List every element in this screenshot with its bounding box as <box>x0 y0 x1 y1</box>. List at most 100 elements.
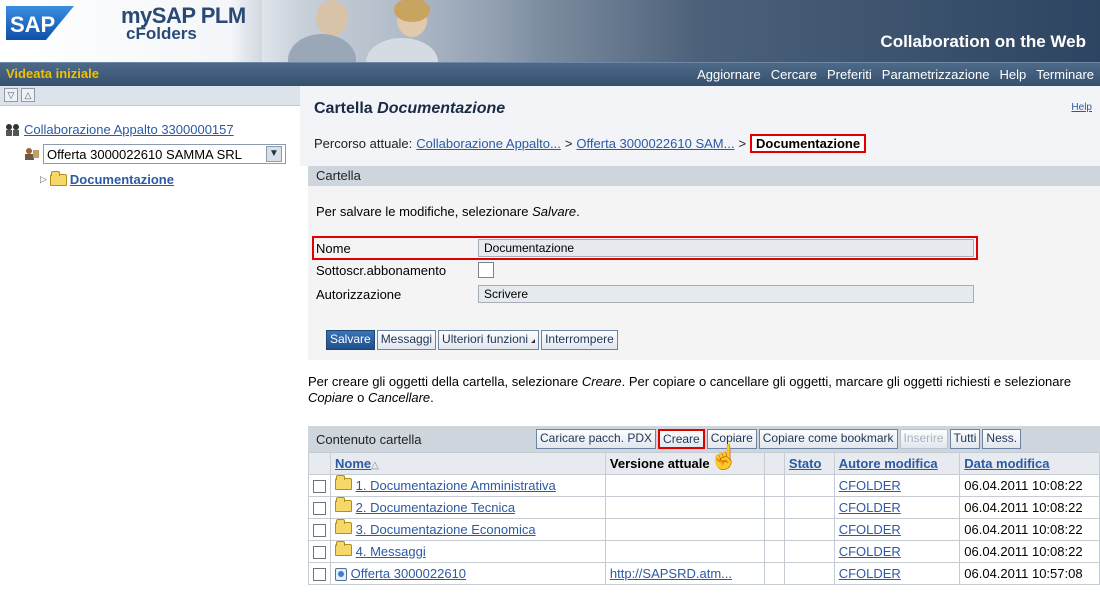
folder-contents-table: Nome△ Versione attuale Stato Autore modi… <box>308 452 1100 585</box>
nav-logout[interactable]: Terminare <box>1036 67 1094 82</box>
row-author-link[interactable]: CFOLDER <box>839 500 901 515</box>
folder-icon <box>335 541 352 556</box>
row-author-link[interactable]: CFOLDER <box>839 544 901 559</box>
row-name-link[interactable]: 2. Documentazione Tecnica <box>356 500 515 515</box>
column-author-label[interactable]: Autore modifica <box>839 456 938 471</box>
name-row: Nome Documentazione <box>314 239 974 257</box>
column-status-label[interactable]: Stato <box>789 456 822 471</box>
column-header-status[interactable]: Stato <box>783 452 835 475</box>
row-checkbox[interactable] <box>313 524 326 538</box>
row-checkbox[interactable] <box>313 546 326 560</box>
row-status <box>783 562 835 585</box>
table-header-row: Nome△ Versione attuale Stato Autore modi… <box>308 452 1100 475</box>
row-name-link[interactable]: 3. Documentazione Economica <box>356 522 536 537</box>
breadcrumb-current: Documentazione <box>750 134 867 153</box>
breadcrumb-item-collaboration[interactable]: Collaborazione Appalto... <box>416 136 561 151</box>
row-date: 06.04.2011 10:08:22 <box>959 540 1100 563</box>
row-status <box>783 518 835 541</box>
select-column-header <box>308 452 331 475</box>
row-blank <box>764 496 785 519</box>
row-blank <box>764 540 785 563</box>
nav-search[interactable]: Cercare <box>771 67 817 82</box>
folder-icon <box>49 170 67 186</box>
select-none-button[interactable]: Ness. <box>982 429 1022 449</box>
form-buttons: Salvare Messaggi Ulteriori funzioni Inte… <box>326 330 618 350</box>
row-version-link[interactable]: http://SAPSRD.atm... <box>610 566 732 581</box>
breadcrumb-separator: > <box>564 136 573 151</box>
row-status <box>783 540 835 563</box>
save-hint-text: Per salvare le modifiche, selezionare <box>316 204 529 219</box>
subscription-label: Sottoscr.abbonamento <box>316 262 447 278</box>
tree-toolbar: ▽ △ <box>0 86 300 106</box>
subscription-checkbox[interactable] <box>478 262 494 278</box>
tree-folder-label[interactable]: Documentazione <box>70 172 174 187</box>
more-functions-button[interactable]: Ulteriori funzioni <box>438 330 540 350</box>
home-link[interactable]: Videata iniziale <box>6 66 99 81</box>
chevron-down-icon[interactable]: ▼ <box>266 146 282 162</box>
nav-refresh[interactable]: Aggiornare <box>697 67 761 82</box>
row-status <box>783 474 835 497</box>
nav-favorites[interactable]: Preferiti <box>827 67 872 82</box>
table-row: 1. Documentazione Amministrativa CFOLDER… <box>308 474 1100 497</box>
svg-text:SAP: SAP <box>10 12 55 37</box>
tree-item-root[interactable]: Collaborazione Appalto 3300000157 <box>5 122 234 137</box>
expand-arrow-icon[interactable]: ▷ <box>40 174 47 185</box>
subscription-row: Sottoscr.abbonamento <box>314 262 494 278</box>
row-author-link[interactable]: CFOLDER <box>839 566 901 581</box>
name-field[interactable]: Documentazione <box>478 239 974 257</box>
content-hint: Per creare gli oggetti della cartella, s… <box>308 374 1098 406</box>
column-date-label[interactable]: Data modifica <box>964 456 1049 471</box>
cancel-button[interactable]: Interrompere <box>541 330 618 350</box>
nav-settings[interactable]: Parametrizzazione <box>882 67 990 82</box>
row-checkbox[interactable] <box>313 502 326 516</box>
column-header-date[interactable]: Data modifica <box>959 452 1100 475</box>
save-button[interactable]: Salvare <box>326 330 375 350</box>
breadcrumb-separator: > <box>738 136 747 151</box>
row-date: 06.04.2011 10:57:08 <box>959 562 1100 585</box>
sort-ascending-icon: △ <box>371 460 379 471</box>
expand-all-icon[interactable]: ▽ <box>4 88 18 102</box>
collaboration-icon <box>6 123 19 136</box>
copy-bookmark-button[interactable]: Copiare come bookmark <box>758 429 898 449</box>
select-all-button[interactable]: Tutti <box>949 429 981 449</box>
offer-select[interactable]: Offerta 3000022610 SAMMA SRL ▼ <box>43 144 286 164</box>
row-name-link[interactable]: 1. Documentazione Amministrativa <box>356 478 556 493</box>
row-author-link[interactable]: CFOLDER <box>839 522 901 537</box>
column-header-author[interactable]: Autore modifica <box>833 452 961 475</box>
tree-root-label[interactable]: Collaborazione Appalto 3300000157 <box>24 122 234 137</box>
row-version <box>604 540 766 563</box>
page-title: Cartella Documentazione <box>314 100 505 118</box>
main-content: Cartella Documentazione Help Percorso at… <box>300 86 1100 600</box>
tagline: Collaboration on the Web <box>880 32 1086 51</box>
header-photo <box>262 0 532 62</box>
content-hint-create: Creare <box>581 374 622 389</box>
row-author-link[interactable]: CFOLDER <box>839 478 901 493</box>
tree-item-folder[interactable]: ▷ Documentazione <box>40 170 174 187</box>
row-blank <box>764 474 785 497</box>
table-buttons: Caricare pacch. PDX Creare Copiare Copia… <box>536 429 1022 449</box>
row-checkbox[interactable] <box>313 568 326 582</box>
save-hint-action: Salvare <box>532 204 577 219</box>
messages-button[interactable]: Messaggi <box>376 330 437 350</box>
row-name-link[interactable]: 4. Messaggi <box>356 544 426 559</box>
breadcrumb-item-offer[interactable]: Offerta 3000022610 SAM... <box>576 136 734 151</box>
row-version <box>604 518 766 541</box>
row-checkbox[interactable] <box>313 480 326 494</box>
content-hint-copy: Copiare <box>308 390 354 405</box>
create-button[interactable]: Creare <box>658 429 705 449</box>
column-header-blank <box>764 452 785 475</box>
collapse-all-icon[interactable]: △ <box>21 88 35 102</box>
table-toolbar: Contenuto cartella Caricare pacch. PDX C… <box>308 426 1100 452</box>
column-name-label[interactable]: Nome <box>335 456 371 471</box>
column-header-name[interactable]: Nome△ <box>330 452 606 475</box>
sap-logo: SAP <box>6 6 74 40</box>
row-date: 06.04.2011 10:08:22 <box>959 518 1100 541</box>
row-name-link[interactable]: Offerta 3000022610 <box>351 566 466 581</box>
folder-panel-title: Cartella <box>308 166 1100 186</box>
product-module: cFolders <box>126 24 197 43</box>
nav-help[interactable]: Help <box>999 67 1026 82</box>
insert-button[interactable]: Inserire <box>899 429 948 449</box>
upload-pdx-button[interactable]: Caricare pacch. PDX <box>536 429 657 449</box>
help-link[interactable]: Help <box>1071 102 1092 113</box>
row-blank <box>764 562 785 585</box>
